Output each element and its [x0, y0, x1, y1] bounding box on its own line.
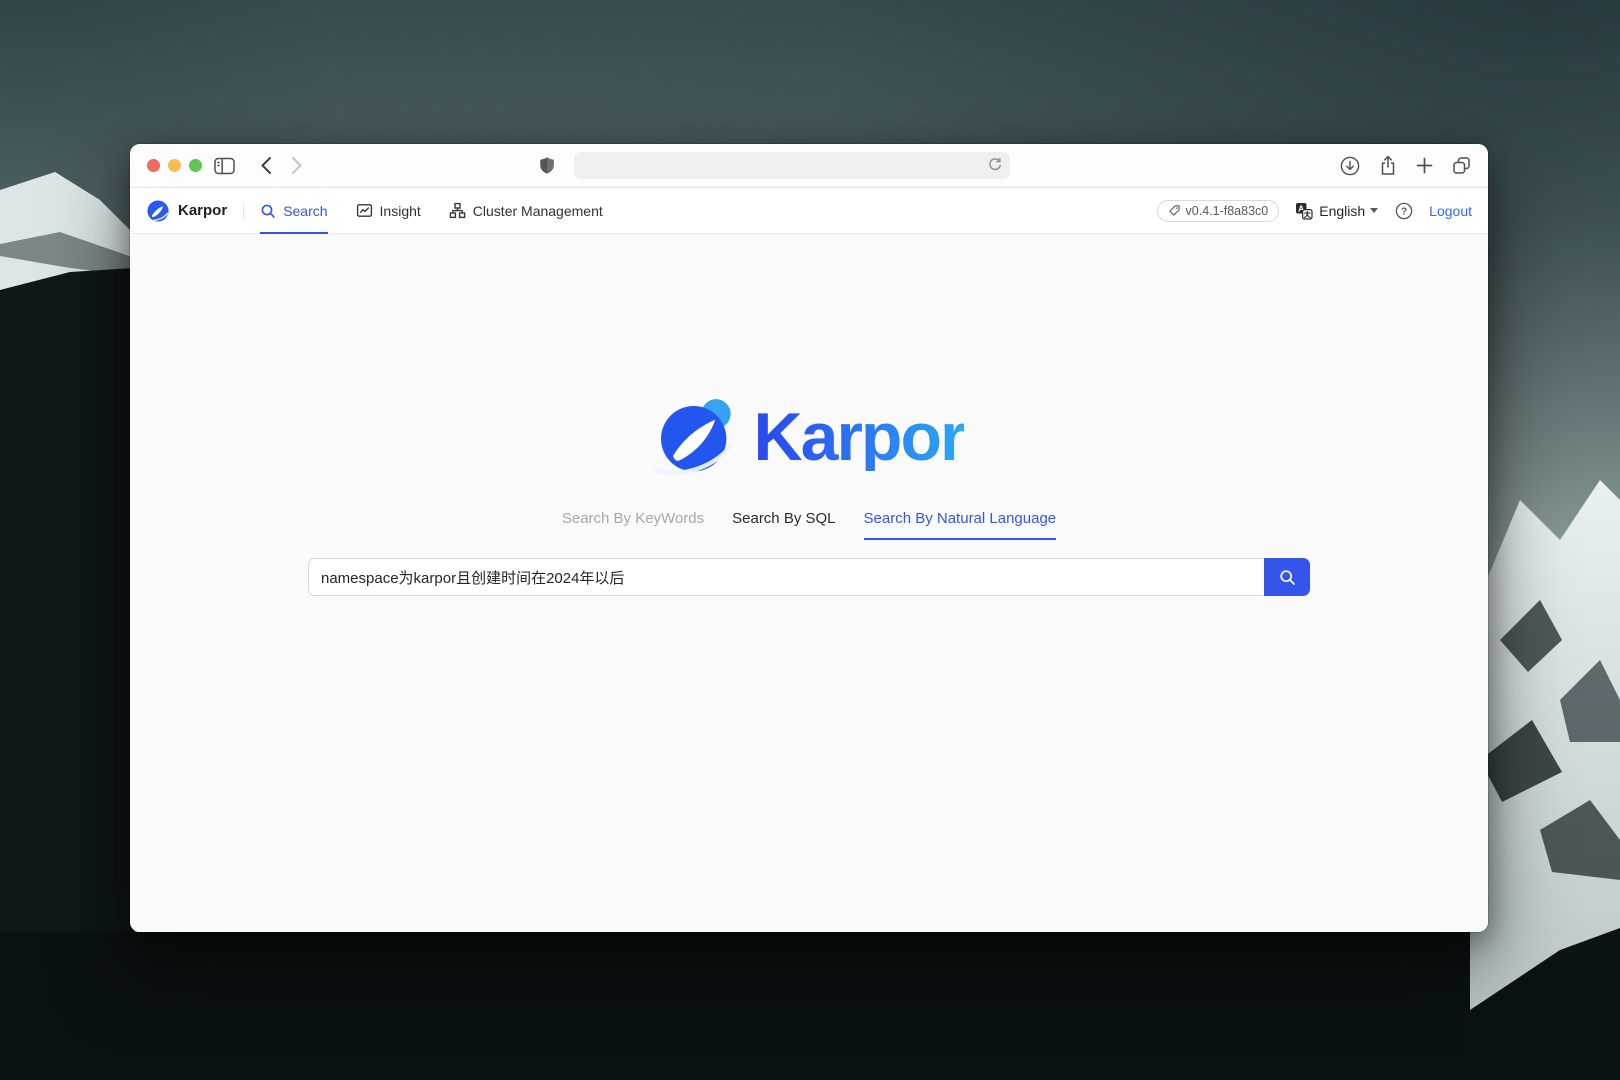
hero-logo: Karpor: [308, 394, 1310, 480]
version-badge: v0.4.1-f8a83c0: [1157, 200, 1280, 222]
svg-text:?: ?: [1401, 206, 1407, 217]
download-icon[interactable]: [1340, 156, 1360, 176]
minimize-button[interactable]: [168, 159, 181, 172]
search-hero: Karpor Search By KeyWords Search By SQL …: [308, 234, 1310, 596]
nav-item-label: Cluster Management: [473, 203, 603, 219]
caret-down-icon[interactable]: [1370, 208, 1378, 213]
search-input[interactable]: [308, 558, 1264, 596]
refresh-icon[interactable]: [987, 157, 1003, 173]
help-icon[interactable]: ?: [1395, 202, 1413, 220]
search-submit-button[interactable]: [1264, 558, 1310, 596]
navbar-items: Search Insight: [260, 188, 631, 233]
browser-titlebar: [130, 144, 1488, 188]
sidebar-toggle-icon[interactable]: [214, 157, 235, 175]
close-button[interactable]: [147, 159, 160, 172]
nav-item-label: Search: [283, 203, 327, 219]
nav-item-search[interactable]: Search: [260, 188, 327, 233]
tab-overview-icon[interactable]: [1451, 155, 1472, 176]
back-icon[interactable]: [260, 156, 272, 175]
search-icon: [260, 203, 276, 219]
new-tab-icon[interactable]: [1416, 157, 1433, 174]
privacy-shield-icon[interactable]: [538, 155, 556, 176]
language-selector[interactable]: English: [1319, 203, 1365, 219]
nav-item-label: Insight: [380, 203, 421, 219]
translate-icon[interactable]: A: [1295, 202, 1313, 220]
browser-window: Karpor Search: [130, 144, 1488, 932]
karpor-logo-icon: [146, 199, 170, 223]
app-navbar: Karpor Search: [130, 188, 1488, 234]
fullscreen-button[interactable]: [189, 159, 202, 172]
traffic-lights: [147, 159, 202, 172]
karpor-brand[interactable]: Karpor: [146, 199, 227, 223]
karpor-planet-icon: [654, 394, 742, 480]
titlebar-right-icons: [1340, 155, 1472, 176]
desktop: Karpor Search: [0, 0, 1620, 1080]
navbar-divider: [243, 203, 244, 219]
hero-wordmark: Karpor: [754, 403, 965, 471]
tab-search-by-keywords[interactable]: Search By KeyWords: [562, 510, 704, 540]
nav-item-insight[interactable]: Insight: [356, 188, 421, 233]
forward-icon[interactable]: [291, 156, 303, 175]
search-bar: [308, 558, 1310, 596]
search-mode-tabs: Search By KeyWords Search By SQL Search …: [308, 510, 1310, 540]
tab-search-by-sql[interactable]: Search By SQL: [732, 510, 835, 540]
tag-icon: [1168, 204, 1181, 217]
cluster-icon: [449, 202, 466, 219]
nav-item-cluster-management[interactable]: Cluster Management: [449, 188, 603, 233]
navbar-right: v0.4.1-f8a83c0 A English ?: [1157, 200, 1472, 222]
search-submit-icon: [1279, 569, 1296, 586]
brand-name: Karpor: [178, 202, 227, 219]
share-icon[interactable]: [1378, 155, 1398, 176]
address-bar[interactable]: [574, 152, 1010, 179]
logout-link[interactable]: Logout: [1429, 203, 1472, 219]
insight-icon: [356, 202, 373, 219]
page-content: Karpor Search By KeyWords Search By SQL …: [130, 234, 1488, 932]
tab-search-by-natural-language[interactable]: Search By Natural Language: [864, 510, 1057, 540]
version-text: v0.4.1-f8a83c0: [1186, 204, 1269, 218]
